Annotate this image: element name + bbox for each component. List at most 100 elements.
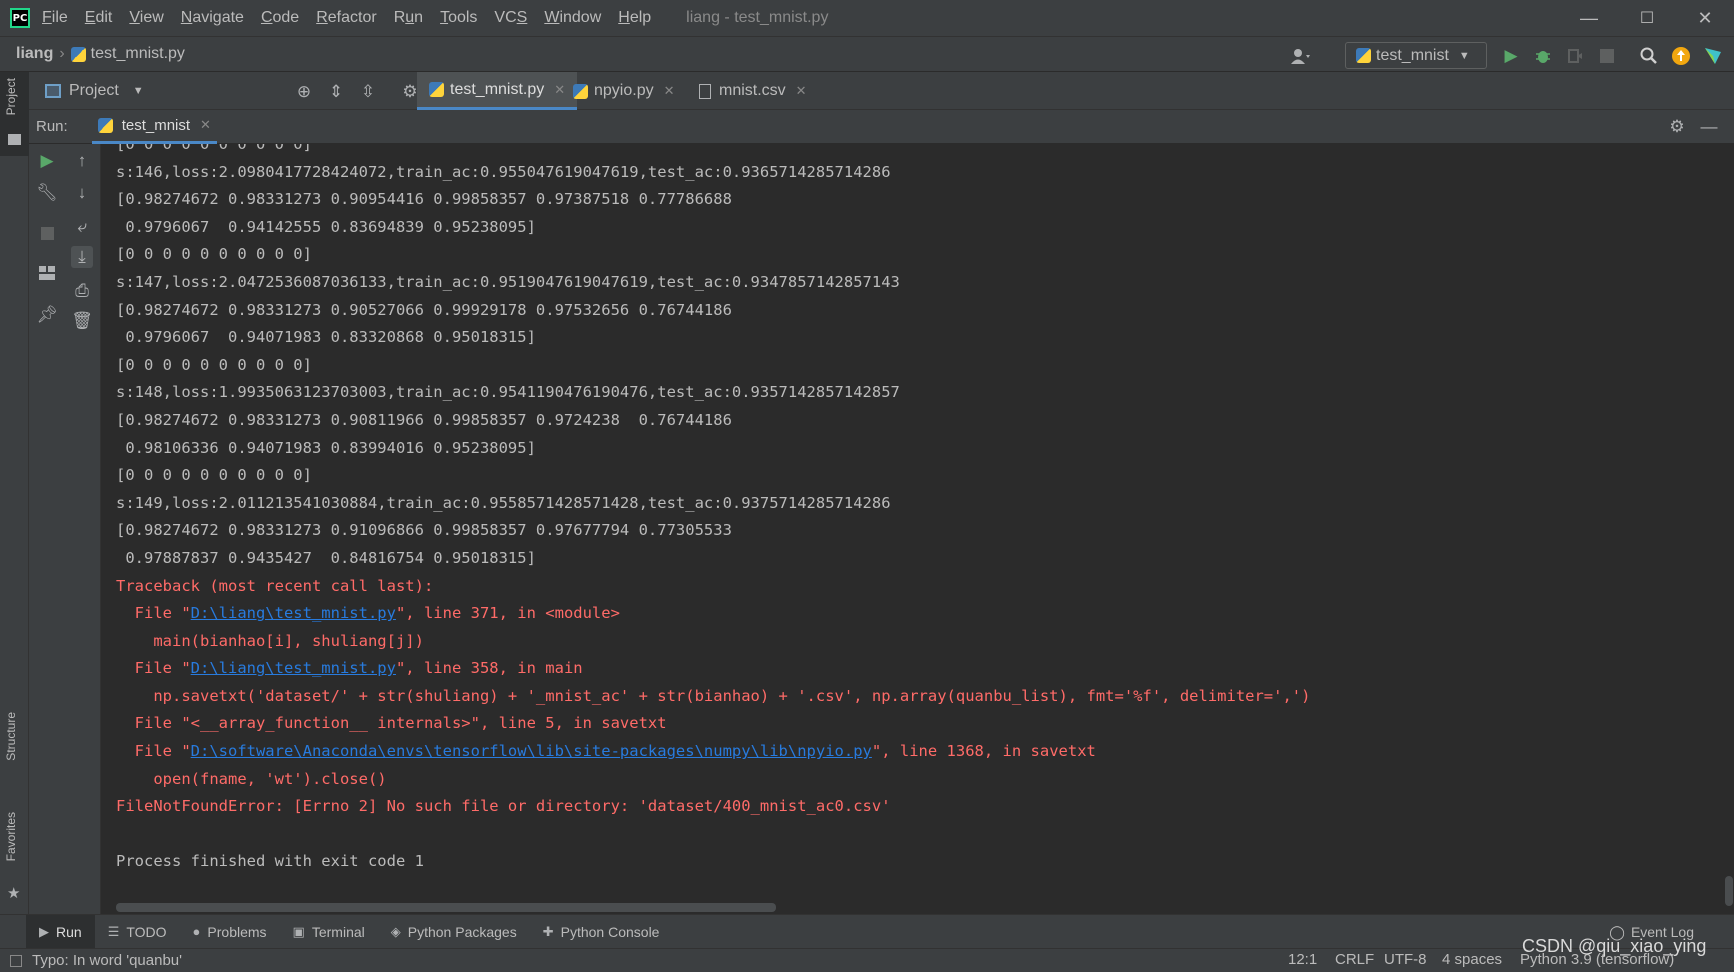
favorites-stripe-tab[interactable]: Favorites ★ [0,812,29,902]
status-toggle-icon[interactable] [10,954,22,967]
console-line: s:149,loss:2.011213541030884,train_ac:0.… [116,493,891,512]
close-icon[interactable]: ✕ [796,83,807,99]
menu-item-run[interactable]: Run [394,9,423,27]
project-view-icon [45,83,61,98]
arrow-up-icon[interactable]: ↑ [71,150,93,172]
run-tab-test-mnist[interactable]: test_mnist ✕ [91,110,217,144]
editor-tab[interactable]: npyio.py ✕ [561,72,687,110]
bottom-tab-python-console[interactable]: ✚ Python Console [530,915,673,949]
bottom-tab-problems[interactable]: ● Problems [180,915,280,949]
tool-window-header: Project ▼ ⊕ ⇕ ⇳ ⚙ — test_mnist.py✕npyio.… [29,72,1734,110]
bottom-tab-run[interactable]: ▶ Run [26,914,95,949]
collapse-all-icon[interactable]: ⇳ [357,81,379,103]
user-vcs-icon[interactable] [1290,45,1312,67]
menu-item-navigate[interactable]: Navigate [181,9,244,27]
expand-all-icon[interactable]: ⇕ [325,81,347,103]
console-line: [0.98274672 0.98331273 0.91096866 0.9985… [116,521,732,540]
rerun-icon[interactable]: ▶ [36,150,58,172]
wrench-icon[interactable]: 🔧︎ [36,182,58,204]
run-toolbar-secondary: ↑ ↓ ⤶ ⤓ ⎙ 🗑︎ [64,144,101,914]
vertical-scrollbar[interactable] [1723,144,1734,914]
editor-tab[interactable]: test_mnist.py ✕ [417,72,578,110]
console-line: 0.98106336 0.94071983 0.83994016 0.95238… [116,438,536,457]
soft-wrap-icon[interactable]: ⤶ [71,216,93,238]
menu-item-view[interactable]: View [129,9,163,27]
run-icon[interactable]: ▶ [1500,45,1522,67]
run-configuration-select[interactable]: test_mnist ▼ [1345,42,1487,69]
pin-icon[interactable]: 📌︎ [36,304,58,326]
stop-icon[interactable] [1596,45,1618,67]
close-icon[interactable]: ✕ [200,117,211,133]
bottom-tab-python-packages[interactable]: ◈ Python Packages [378,915,530,949]
bottom-tab-todo[interactable]: ☰ TODO [95,915,180,949]
python-console-icon: ✚ [542,923,554,939]
console-error-line: FileNotFoundError: [Errno 2] No such fil… [116,797,891,816]
search-icon[interactable] [1638,45,1660,67]
console-line: [0 0 0 0 0 0 0 0 0 0] [116,355,312,374]
close-button[interactable]: ✕ [1676,0,1734,36]
indent-setting[interactable]: 4 spaces [1442,951,1502,968]
scrollbar-thumb[interactable] [1725,876,1733,906]
close-icon[interactable]: ✕ [664,83,675,99]
debug-icon[interactable] [1532,45,1554,67]
project-view-select[interactable]: Project ▼ [45,82,144,100]
stop-icon[interactable] [36,222,58,244]
bottom-tab-label: Python Packages [407,923,517,940]
gear-icon[interactable]: ⚙ [1666,116,1688,138]
left-tool-stripe: Project Structure Favorites ★ [0,72,29,914]
maximize-button[interactable]: ☐ [1618,0,1676,36]
console-error-line: np.savetxt('dataset/' + str(shuliang) + … [116,686,1311,705]
locate-icon[interactable]: ⊕ [293,81,315,103]
file-encoding[interactable]: UTF-8 [1384,951,1427,968]
todo-icon: ☰ [107,923,120,939]
coverage-icon[interactable] [1564,45,1586,67]
console-line: [0.98274672 0.98331273 0.90954416 0.9985… [116,190,732,209]
horizontal-scrollbar[interactable] [116,903,776,912]
menu-item-refactor[interactable]: Refactor [316,9,376,27]
trash-icon[interactable]: 🗑︎ [71,310,93,332]
python-run-icon [97,117,113,133]
menu-item-edit[interactable]: Edit [85,9,113,27]
menu-item-file[interactable]: File [42,9,68,27]
menu-item-tools[interactable]: Tools [440,9,477,27]
console-error-line: File "<__array_function__ internals>", l… [116,714,667,733]
line-separator[interactable]: CRLF [1335,951,1374,968]
menu-item-code[interactable]: Code [261,9,299,27]
status-message-text: Typo: In word 'quanbu' [32,952,182,969]
caret-position[interactable]: 12:1 [1288,951,1317,968]
file-link[interactable]: D:\software\Anaconda\envs\tensorflow\lib… [191,742,872,760]
hide-icon[interactable]: — [1698,116,1720,138]
console-line: [0.98274672 0.98331273 0.90811966 0.9985… [116,410,732,429]
editor-tab-label: npyio.py [594,82,654,99]
folder-icon [8,134,21,145]
console-error-line: File "D:\liang\test_mnist.py", line 358,… [116,659,583,678]
arrow-down-icon[interactable]: ↓ [71,182,93,204]
bottom-tab-label: Terminal [311,923,365,940]
jetbrains-ai-icon[interactable] [1702,45,1724,67]
editor-tab-label: mnist.csv [719,82,786,99]
chevron-down-icon: ▼ [132,84,144,97]
minimize-button[interactable]: — [1560,0,1618,36]
console-lines: [0 0 0 0 0 0 0 0 0 0] s:146,loss:2.098041… [116,144,1310,876]
file-link[interactable]: D:\liang\test_mnist.py [191,604,396,622]
console-output[interactable]: [0 0 0 0 0 0 0 0 0 0] s:146,loss:2.098041… [101,144,1723,914]
breadcrumb-project[interactable]: liang [16,45,53,63]
menu-item-vcs[interactable]: VCS [494,9,527,27]
menu-item-help[interactable]: Help [618,9,651,27]
breadcrumb-file[interactable]: test_mnist.py [91,45,185,63]
update-icon[interactable] [1670,45,1692,67]
menu-item-window[interactable]: Window [544,9,601,27]
scroll-to-end-icon[interactable]: ⤓ [71,246,93,268]
menu-bar: PC File Edit View Navigate Code Refactor Run To… [0,0,1734,36]
bottom-tab-terminal[interactable]: ▣ Terminal [280,915,378,949]
print-icon[interactable]: ⎙ [71,280,93,302]
file-link[interactable]: D:\liang\test_mnist.py [191,659,396,677]
console-line: 0.97887837 0.9435427 0.84816754 0.950183… [116,548,536,567]
layout-icon[interactable] [36,262,58,284]
project-stripe-tab[interactable]: Project [0,72,29,156]
run-configuration-label: test_mnist [1376,46,1449,64]
structure-stripe-tab[interactable]: Structure [0,712,29,802]
editor-tab[interactable]: mnist.csv ✕ [687,72,819,110]
console-line: Process finished with exit code 1 [116,852,424,871]
bottom-tab-label: TODO [126,923,167,940]
